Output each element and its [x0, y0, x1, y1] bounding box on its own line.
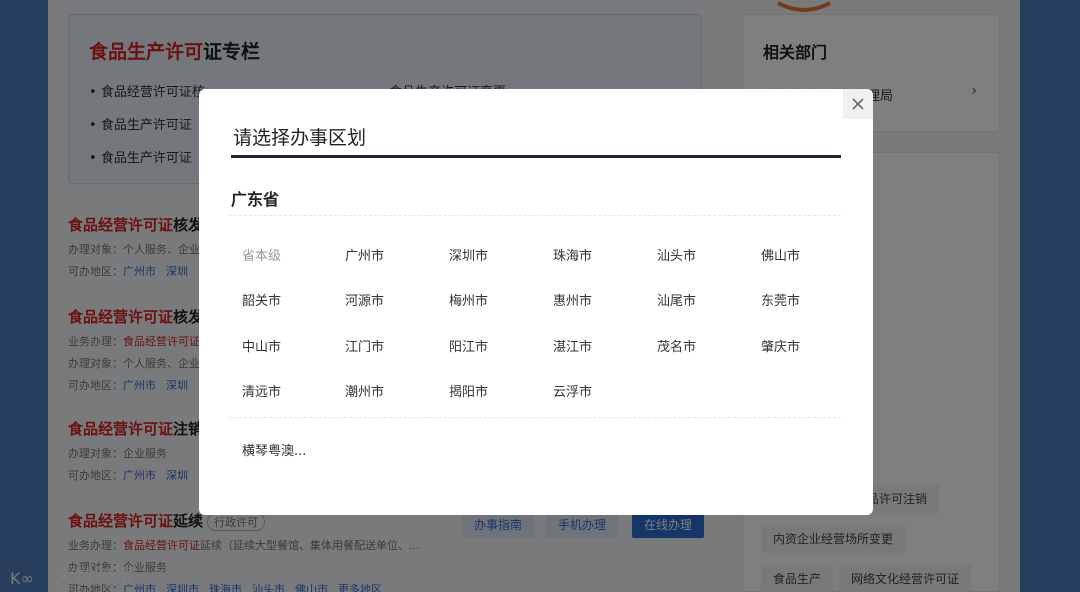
city-option[interactable]: 惠州市 [553, 290, 592, 309]
city-option[interactable]: 云浮市 [553, 381, 592, 400]
divider [229, 417, 841, 418]
city-option[interactable]: 东莞市 [761, 290, 800, 309]
city-option[interactable]: 珠海市 [553, 245, 592, 264]
title-divider [231, 155, 841, 158]
city-option[interactable]: 茂名市 [657, 336, 696, 355]
city-option[interactable]: 阳江市 [449, 336, 488, 355]
city-option[interactable]: 湛江市 [553, 336, 592, 355]
city-option[interactable]: 河源市 [345, 290, 384, 309]
special-area-option[interactable]: 横琴粤澳... [242, 440, 306, 459]
divider [229, 215, 841, 216]
close-button[interactable] [843, 89, 873, 119]
city-option[interactable]: 潮州市 [345, 381, 384, 400]
city-option[interactable]: 汕尾市 [657, 290, 696, 309]
city-option[interactable]: 梅州市 [449, 290, 488, 309]
city-option[interactable]: 中山市 [242, 336, 281, 355]
city-option[interactable]: 江门市 [345, 336, 384, 355]
city-option[interactable]: 深圳市 [449, 245, 488, 264]
city-option[interactable]: 肇庆市 [761, 336, 800, 355]
close-icon [852, 98, 864, 110]
modal-title: 请选择办事区划 [233, 127, 367, 149]
province-level-option[interactable]: 省本级 [242, 245, 281, 264]
city-option[interactable]: 清远市 [242, 381, 281, 400]
city-option[interactable]: 佛山市 [761, 245, 800, 264]
city-option[interactable]: 韶关市 [242, 290, 281, 309]
city-option[interactable]: 汕头市 [657, 245, 696, 264]
province-label: 广东省 [231, 190, 280, 209]
region-select-modal: 请选择办事区划 广东省 省本级 广州市 深圳市 珠海市 汕头市 佛山市韶关市 河源市 梅州市 惠… [199, 89, 873, 515]
city-option[interactable]: 广州市 [345, 245, 384, 264]
city-option[interactable]: 揭阳市 [449, 381, 488, 400]
